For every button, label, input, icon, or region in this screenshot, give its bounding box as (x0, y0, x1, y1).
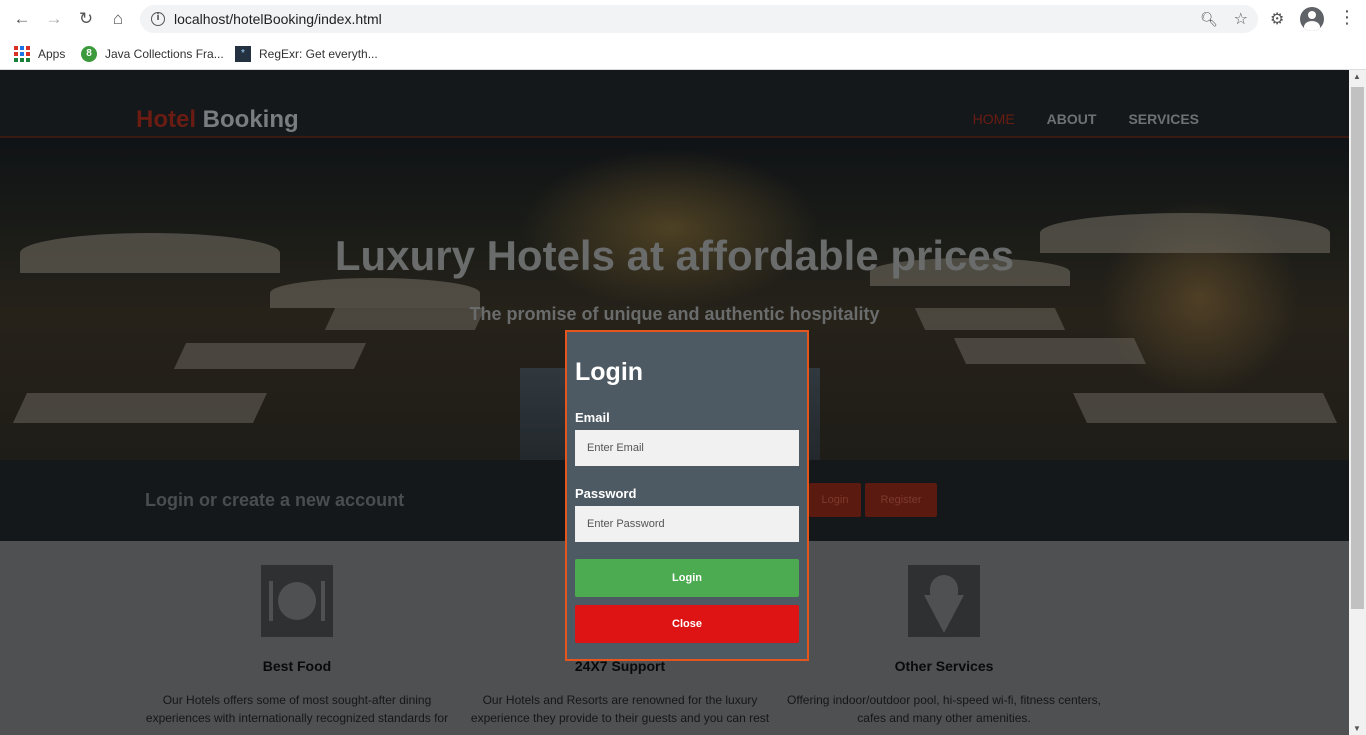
account-prompt: Login or create a new account (145, 490, 405, 510)
java-favicon-icon: 8 (81, 46, 97, 62)
feature-title: Other Services (894, 658, 994, 674)
scroll-up-icon[interactable]: ▲ (1353, 72, 1361, 81)
url-text[interactable]: localhost/hotelBooking/index.html (174, 11, 382, 27)
plate-cutlery-icon (261, 565, 333, 637)
login-modal: Login Email Password Login Close (565, 330, 809, 661)
page-scrollbar[interactable]: ▲ ▼ (1349, 70, 1366, 735)
back-icon[interactable]: ← (10, 8, 34, 30)
info-icon[interactable]: i (151, 12, 165, 26)
scroll-down-icon[interactable]: ▼ (1353, 724, 1361, 733)
scroll-thumb[interactable] (1351, 87, 1364, 609)
feature-desc: Offering indoor/outdoor pool, hi-speed w… (787, 693, 1101, 725)
password-label: Password (575, 486, 637, 501)
band-register-button[interactable]: Register (865, 483, 937, 517)
hero-lounger (1073, 393, 1337, 423)
page-viewport: Hotel Booking HOME ABOUT SERVICES Luxury… (0, 70, 1349, 735)
bookmarks-bar: Apps 8 Java Collections Fra... * RegExr:… (0, 38, 1366, 70)
nav-services[interactable]: SERVICES (1128, 111, 1199, 127)
feature-desc: Our Hotels and Resorts are renowned for … (470, 693, 770, 725)
hero-lounger (953, 338, 1147, 364)
logo-booking-text: Booking (202, 106, 299, 133)
password-field[interactable] (575, 506, 799, 542)
browser-menu-icon[interactable]: ⋮ (1338, 7, 1356, 28)
modal-title: Login (575, 358, 644, 386)
zoom-icon[interactable]: 🔍︎ (1200, 11, 1218, 28)
logo-hotel-text: Hotel (136, 106, 196, 133)
apps-grid-icon (14, 46, 30, 62)
hero-subtitle: The promise of unique and authentic hosp… (469, 304, 880, 324)
nav-about[interactable]: ABOUT (1047, 111, 1097, 127)
site-header: Hotel Booking HOME ABOUT SERVICES (0, 70, 1349, 138)
nav-home[interactable]: HOME (973, 111, 1015, 127)
login-button[interactable]: Login (575, 559, 799, 597)
band-login-button[interactable]: Login (809, 483, 861, 517)
hero-title: Luxury Hotels at affordable prices (334, 232, 1015, 279)
site-nav: HOME ABOUT SERVICES (941, 111, 1199, 127)
bookmark-label: Java Collections Fra... (105, 47, 224, 61)
bookmark-star-icon[interactable]: ☆ (1234, 9, 1248, 29)
ice-cream-icon (908, 565, 980, 637)
bookmark-java[interactable]: 8 Java Collections Fra... (81, 44, 224, 64)
email-field[interactable] (575, 430, 799, 466)
address-bar[interactable]: i localhost/hotelBooking/index.html 🔍︎ ☆ (140, 5, 1258, 33)
bookmark-label: Apps (38, 47, 66, 61)
hero-light-glow (520, 148, 820, 308)
extensions-icon[interactable]: ⚙ (1270, 9, 1284, 29)
bookmark-label: RegExr: Get everyth... (259, 47, 378, 61)
forward-icon[interactable]: → (42, 8, 66, 30)
site-logo[interactable]: Hotel Booking (136, 106, 299, 134)
hero-lounger (173, 343, 367, 369)
feature-title: Best Food (262, 658, 332, 674)
feature-desc: Our Hotels offers some of most sought-af… (145, 693, 449, 725)
bookmark-apps[interactable]: Apps (14, 44, 65, 64)
profile-avatar-icon[interactable] (1300, 7, 1324, 31)
regexr-favicon-icon: * (235, 46, 251, 62)
bookmark-regexr[interactable]: * RegExr: Get everyth... (235, 44, 378, 64)
close-button[interactable]: Close (575, 605, 799, 643)
hero-lounger (13, 393, 267, 423)
home-icon[interactable]: ⌂ (106, 8, 130, 30)
reload-icon[interactable]: ↻ (74, 8, 98, 30)
email-label: Email (575, 410, 610, 425)
browser-toolbar: ← → ↻ ⌂ i localhost/hotelBooking/index.h… (0, 0, 1366, 38)
